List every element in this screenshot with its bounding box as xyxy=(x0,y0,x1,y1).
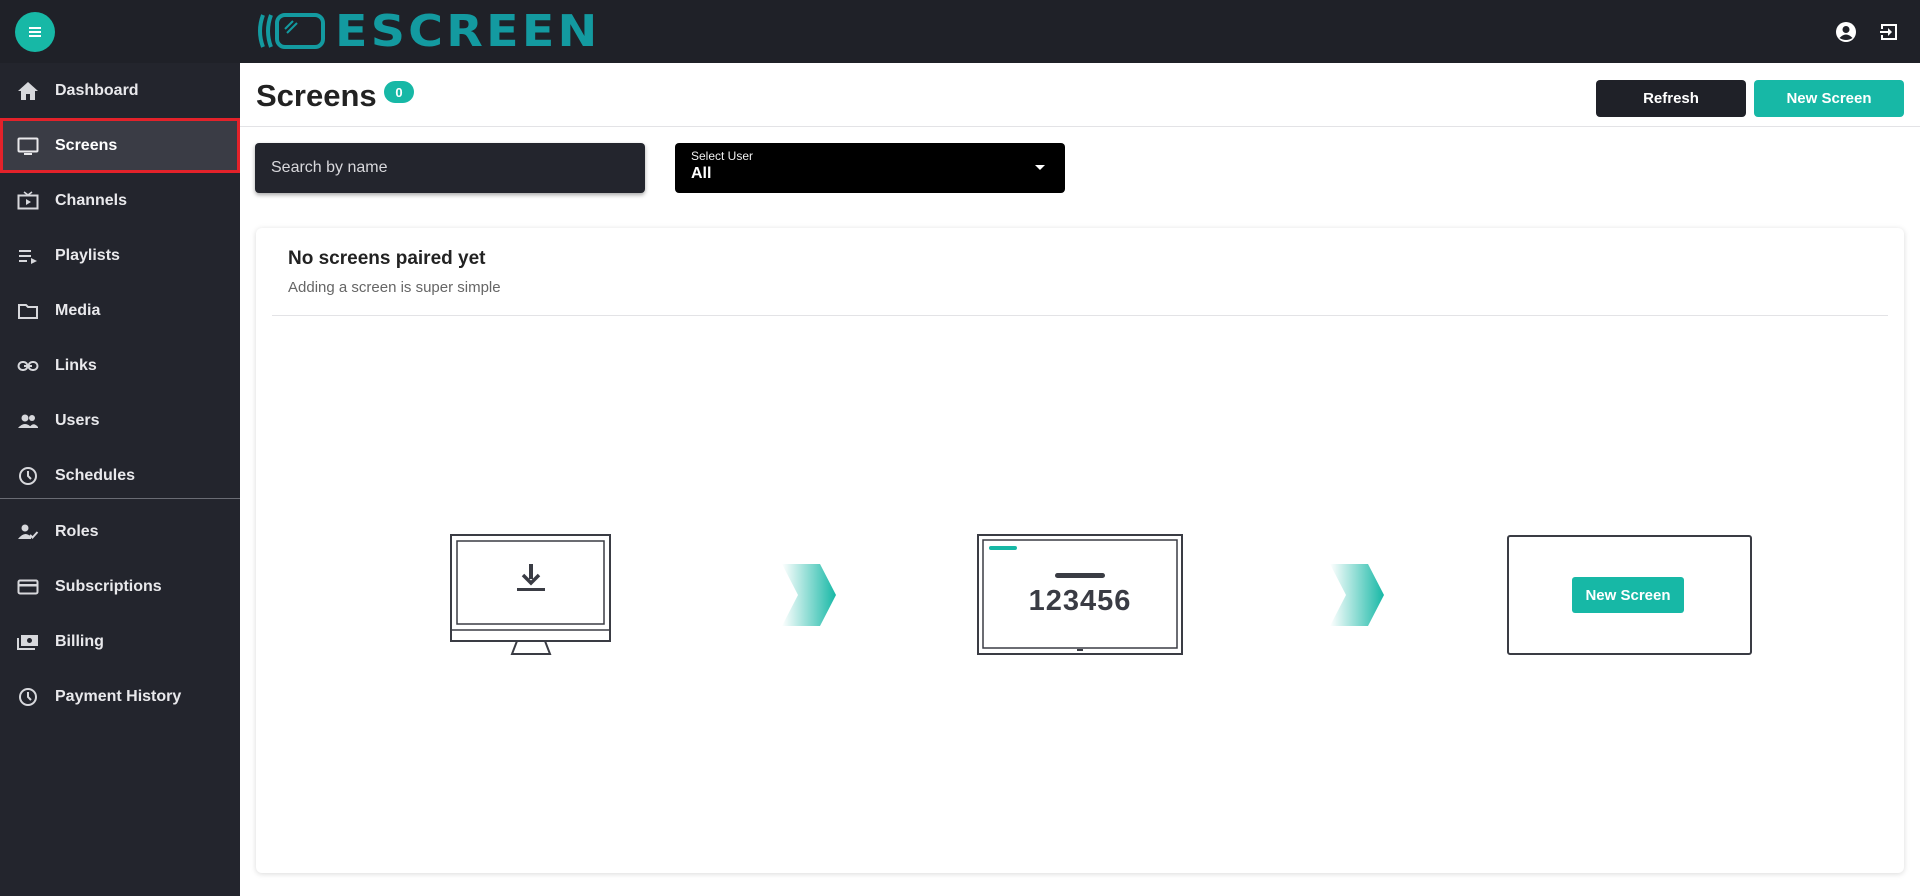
refresh-button[interactable]: Refresh xyxy=(1596,80,1746,117)
sidebar-item-billing[interactable]: Billing xyxy=(0,614,240,669)
sidebar-item-label: Dashboard xyxy=(55,81,139,99)
header-divider xyxy=(240,126,1920,127)
folder-icon xyxy=(16,299,40,323)
account-button[interactable] xyxy=(1832,18,1860,46)
download-monitor-icon xyxy=(450,534,611,655)
select-user-dropdown[interactable]: Select User All xyxy=(675,143,1065,193)
account-circle-icon xyxy=(1836,22,1856,42)
sidebar-item-label: Screens xyxy=(55,136,118,154)
billing-icon xyxy=(16,630,40,654)
step-arrow-2 xyxy=(1330,564,1384,626)
page-title: Screens xyxy=(256,78,377,113)
sidebar-item-channels[interactable]: Channels xyxy=(0,173,240,228)
pairing-code: 123456 xyxy=(1028,585,1132,617)
sidebar-item-label: Links xyxy=(55,356,97,374)
users-icon xyxy=(16,409,40,433)
sidebar-item-label: Roles xyxy=(55,522,99,540)
sidebar-item-subscriptions[interactable]: Subscriptions xyxy=(0,559,240,614)
logout-icon xyxy=(1880,24,1897,40)
tv-play-icon xyxy=(16,189,40,213)
clock-icon xyxy=(16,464,40,488)
sidebar-item-label: Media xyxy=(55,301,101,319)
sidebar-item-label: Subscriptions xyxy=(55,577,162,595)
user-check-icon xyxy=(16,520,40,544)
card-divider xyxy=(272,315,1888,316)
sidebar-item-label: Schedules xyxy=(55,466,136,484)
top-bar: ESCREEN xyxy=(0,0,1920,63)
monitor-icon xyxy=(16,134,40,158)
search-input[interactable] xyxy=(255,143,645,193)
sidebar: Dashboard Screens Channels Playlists Med… xyxy=(0,63,240,896)
chevron-down-icon xyxy=(1035,165,1045,170)
screen-count-badge: 0 xyxy=(384,81,414,103)
sidebar-item-label: Payment History xyxy=(55,687,182,705)
sidebar-item-screens[interactable]: Screens xyxy=(0,118,240,173)
sidebar-item-playlists[interactable]: Playlists xyxy=(0,228,240,283)
step-arrow-1 xyxy=(782,564,836,626)
sidebar-item-roles[interactable]: Roles xyxy=(0,504,240,559)
step-new-screen-button[interactable]: New Screen xyxy=(1572,577,1684,613)
new-screen-button[interactable]: New Screen xyxy=(1754,80,1904,117)
sidebar-item-dashboard[interactable]: Dashboard xyxy=(0,63,240,118)
sidebar-item-links[interactable]: Links xyxy=(0,338,240,393)
sidebar-item-label: Channels xyxy=(55,191,128,209)
select-user-value: All xyxy=(691,165,712,182)
menu-toggle-button[interactable] xyxy=(15,12,55,52)
sidebar-item-media[interactable]: Media xyxy=(0,283,240,338)
logo-text: ESCREEN xyxy=(335,5,601,57)
empty-state-subtitle: Adding a screen is super simple xyxy=(288,279,501,296)
menu-icon xyxy=(29,27,41,37)
sidebar-item-payment-history[interactable]: Payment History xyxy=(0,669,240,724)
escreen-logo[interactable]: ESCREEN xyxy=(255,6,610,57)
sidebar-item-label: Playlists xyxy=(55,246,120,264)
sidebar-item-schedules[interactable]: Schedules xyxy=(0,448,240,503)
empty-state-title: No screens paired yet xyxy=(288,248,486,269)
sidebar-item-users[interactable]: Users xyxy=(0,393,240,448)
credit-card-icon xyxy=(16,575,40,599)
playlist-icon xyxy=(16,244,40,268)
home-icon xyxy=(16,79,40,103)
history-clock-icon xyxy=(16,685,40,709)
sidebar-item-label: Billing xyxy=(55,632,104,650)
sidebar-divider xyxy=(0,498,240,499)
search-box xyxy=(255,143,645,193)
logo-mark-icon xyxy=(258,13,325,49)
logout-button[interactable] xyxy=(1876,18,1904,46)
sidebar-item-label: Users xyxy=(55,411,100,429)
link-icon xyxy=(16,354,40,378)
select-user-label: Select User xyxy=(691,149,754,163)
